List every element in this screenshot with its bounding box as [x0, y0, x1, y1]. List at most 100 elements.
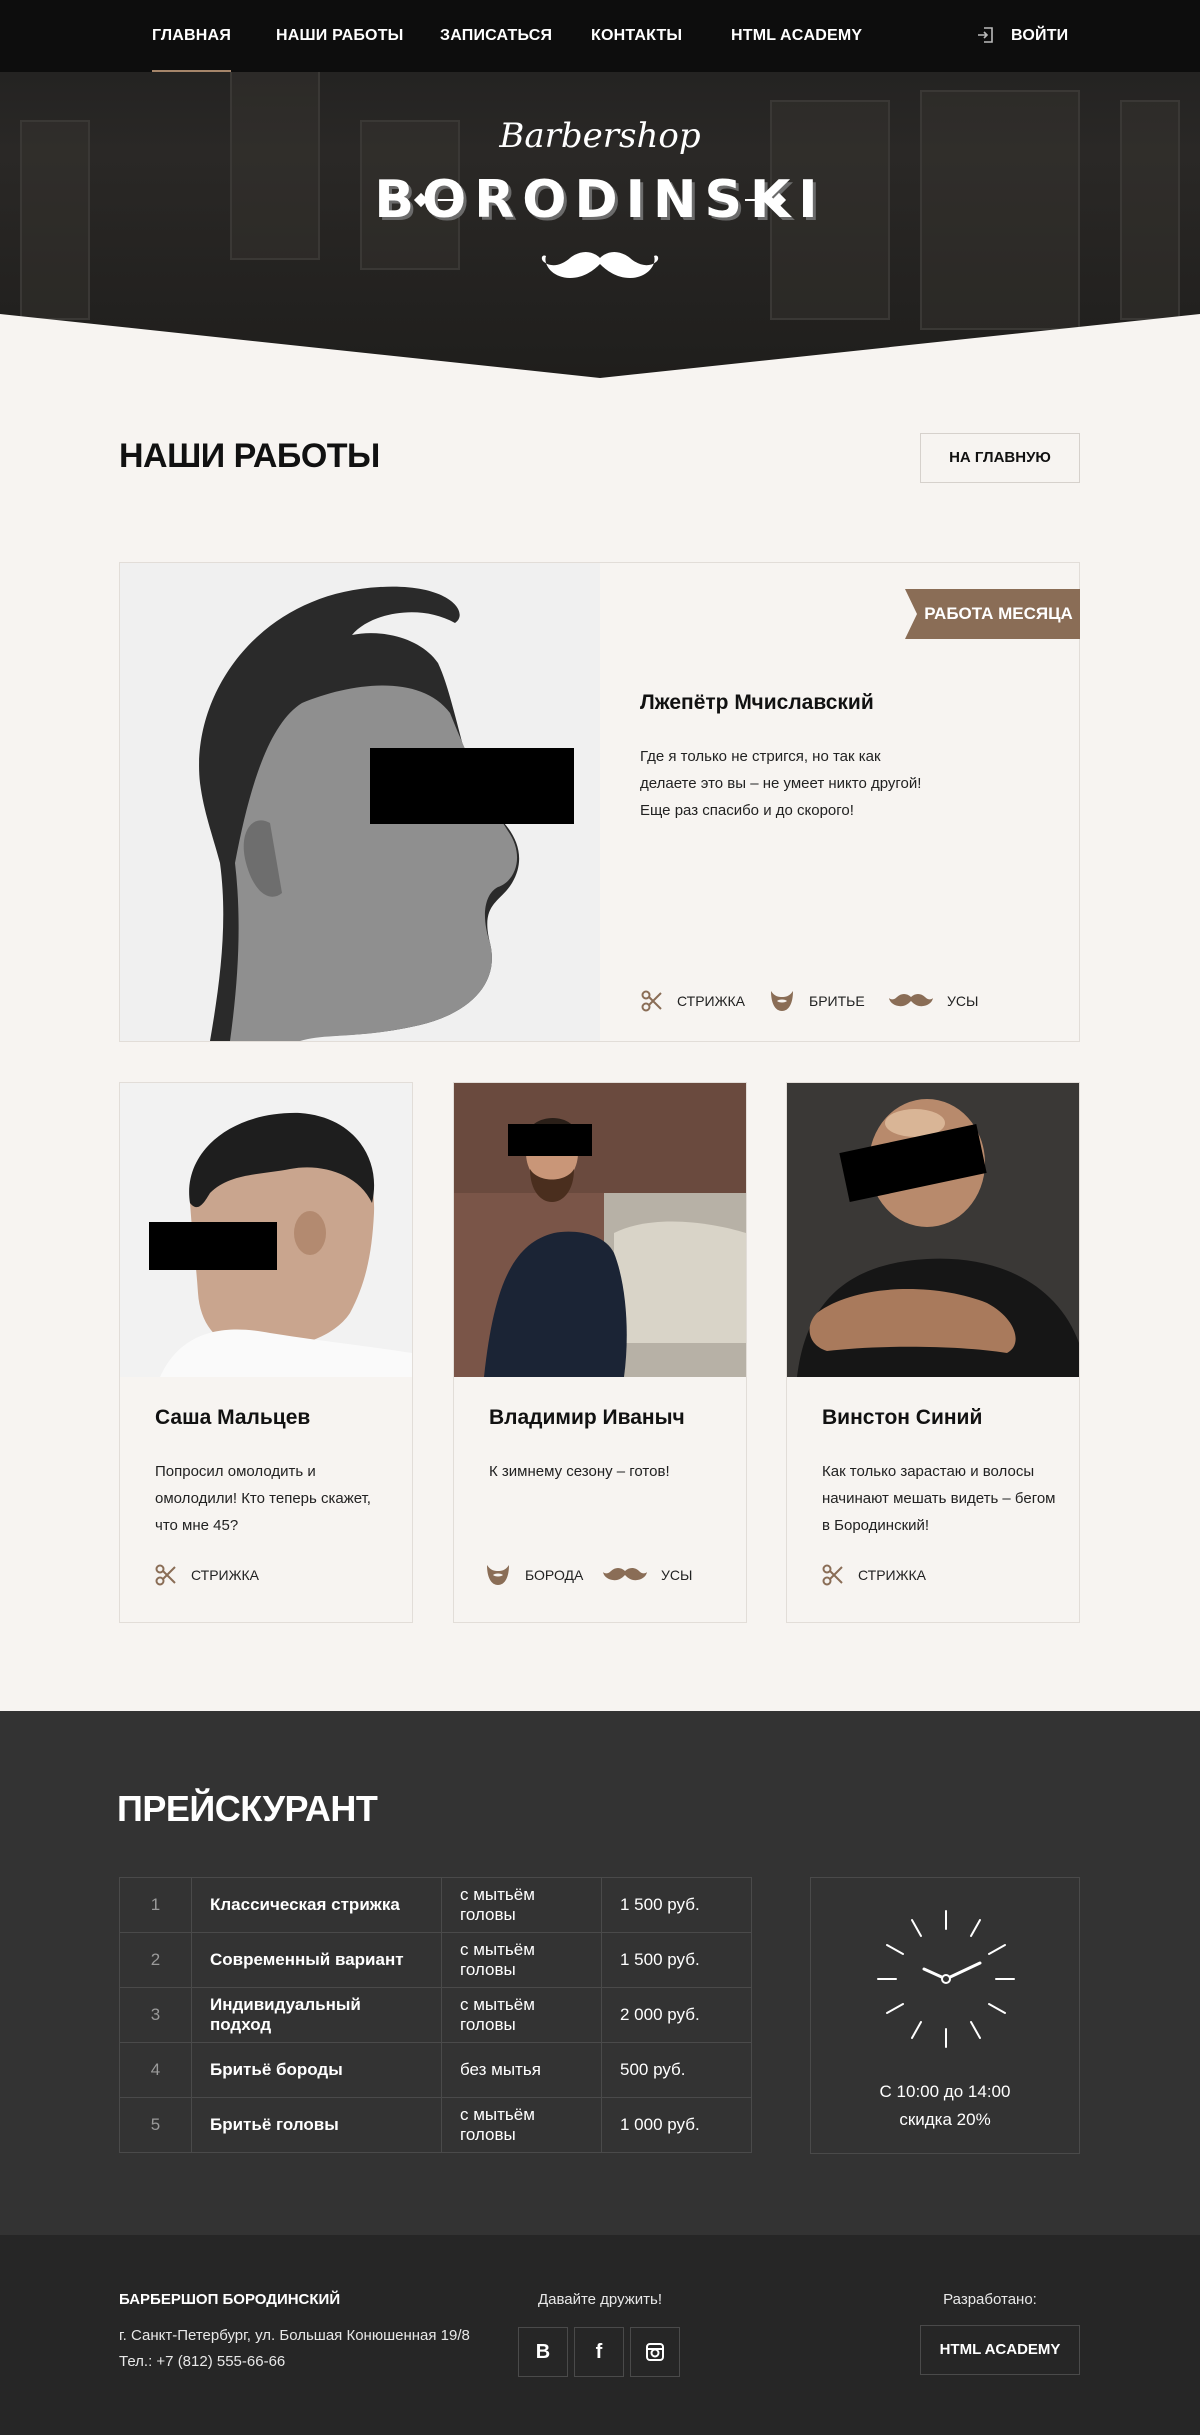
work-photo — [454, 1083, 746, 1377]
social-caption: Давайте дружить! — [537, 2291, 663, 2308]
service-name: Бритьё бороды — [191, 2042, 442, 2098]
promo-box: С 10:00 до 14:00 скидка 20% — [810, 1877, 1080, 2154]
tag-label: СТРИЖКА — [677, 993, 746, 1009]
vk-icon[interactable]: B — [518, 2327, 568, 2377]
tag-shaving[interactable]: БРИТЬЕ — [769, 989, 865, 1013]
work-card: Винстон Синий Как только зарастаю и воло… — [786, 1082, 1080, 1623]
page-title: НАШИ РАБОТЫ — [119, 437, 380, 475]
service-price: 1 000 руб. — [601, 2097, 752, 2153]
tag-label: УСЫ — [661, 1567, 693, 1583]
row-number: 2 — [119, 1932, 192, 1988]
service-price: 500 руб. — [601, 2042, 752, 2098]
tag-label: БРИТЬЕ — [809, 993, 865, 1009]
login-link[interactable]: ВОЙТИ — [1011, 24, 1068, 48]
nav-item-academy[interactable]: HTML ACADEMY — [731, 24, 862, 48]
instagram-glyph — [646, 2343, 664, 2361]
work-name: Владимир Иваныч — [489, 1406, 685, 1429]
mustache-icon — [541, 252, 659, 278]
privacy-bar — [508, 1124, 592, 1156]
scissors-icon — [822, 1564, 843, 1586]
price-section: ПРЕЙСКУРАНТ 1 Классическая стрижка с мыт… — [0, 1711, 1200, 2235]
service-price: 2 000 руб. — [601, 1987, 752, 2043]
tag-mustache[interactable]: УСЫ — [603, 1563, 692, 1587]
featured-work-card: РАБОТА МЕСЯЦА Лжепётр Мчиславский Где я … — [119, 562, 1080, 1042]
featured-photo — [120, 563, 600, 1041]
service-name: Индивидуальный подход — [191, 1987, 442, 2043]
footer-phone[interactable]: Тел.: +7 (812) 555-66-66 — [119, 2353, 285, 2370]
scissors-icon — [155, 1564, 176, 1586]
price-table: 1 Классическая стрижка с мытьём головы 1… — [119, 1877, 752, 2153]
tag-label: СТРИЖКА — [858, 1567, 927, 1583]
tag-haircut[interactable]: СТРИЖКА — [641, 989, 745, 1013]
table-row: 5 Бритьё головы с мытьём головы 1 000 ру… — [119, 2097, 752, 2153]
tag-haircut[interactable]: СТРИЖКА — [155, 1563, 259, 1587]
mustache-icon — [603, 1568, 647, 1581]
service-name: Бритьё головы — [191, 2097, 442, 2153]
row-number: 5 — [119, 2097, 192, 2153]
portrait-image — [787, 1083, 1079, 1377]
work-name: Саша Мальцев — [155, 1406, 311, 1429]
portrait-image — [454, 1083, 746, 1377]
work-card: Саша Мальцев Попросил омолодить и омолод… — [119, 1082, 413, 1623]
work-photo — [787, 1083, 1079, 1377]
site-header: ГЛАВНАЯ НАШИ РАБОТЫ ЗАПИСАТЬСЯ КОНТАКТЫ … — [0, 0, 1200, 380]
privacy-bar — [370, 748, 574, 824]
promo-discount: скидка 20% — [899, 2110, 991, 2129]
footer-brand: БАРБЕРШОП БОРОДИНСКИЙ — [119, 2291, 341, 2308]
service-name: Современный вариант — [191, 1932, 442, 1988]
tag-mustache[interactable]: УСЫ — [889, 989, 978, 1013]
nav-item-booking[interactable]: ЗАПИСАТЬСЯ — [440, 24, 552, 48]
nav-item-works[interactable]: НАШИ РАБОТЫ — [276, 24, 404, 48]
main-navigation: ГЛАВНАЯ НАШИ РАБОТЫ ЗАПИСАТЬСЯ КОНТАКТЫ … — [0, 0, 1200, 72]
nav-item-home[interactable]: ГЛАВНАЯ — [152, 24, 232, 72]
work-review: К зимнему сезону – готов! — [489, 1463, 670, 1480]
featured-review: Где я только не стригся, но так как дела… — [640, 748, 922, 819]
row-number: 3 — [119, 1987, 192, 2043]
row-number: 4 — [119, 2042, 192, 2098]
price-title: ПРЕЙСКУРАНТ — [117, 1788, 378, 1829]
table-row: 2 Современный вариант с мытьём головы 1 … — [119, 1932, 752, 1988]
beard-icon — [771, 991, 793, 1011]
service-option: с мытьём головы — [441, 1932, 602, 1988]
tag-haircut[interactable]: СТРИЖКА — [822, 1563, 926, 1587]
nav-item-contacts[interactable]: КОНТАКТЫ — [591, 24, 682, 48]
privacy-bar — [149, 1222, 277, 1270]
academy-button[interactable]: HTML ACADEMY — [920, 2325, 1080, 2375]
mustache-icon — [889, 994, 933, 1007]
header-notch — [0, 314, 1200, 380]
beard-icon — [487, 1565, 509, 1585]
logo-line-right — [745, 199, 767, 201]
facebook-icon[interactable]: f — [574, 2327, 624, 2377]
promo-text: С 10:00 до 14:00 скидка 20% — [811, 2078, 1079, 2134]
logo-script: Barbershop — [499, 116, 701, 156]
logo-title[interactable]: BORODINSKI — [0, 170, 1200, 230]
tag-beard[interactable]: БОРОДА — [485, 1563, 583, 1587]
login-icon[interactable] — [975, 25, 995, 45]
home-button[interactable]: НА ГЛАВНУЮ — [920, 433, 1080, 483]
tag-label: УСЫ — [947, 993, 979, 1009]
work-photo — [120, 1083, 412, 1377]
service-option: с мытьём головы — [441, 2097, 602, 2153]
work-review: Попросил омолодить и омолодили! Кто тепе… — [155, 1463, 371, 1534]
work-card: Владимир Иваныч К зимнему сезону – готов… — [453, 1082, 747, 1623]
work-of-month-badge: РАБОТА МЕСЯЦА — [905, 589, 1080, 639]
background-decor — [230, 60, 320, 260]
developer-caption: Разработано: — [943, 2291, 1037, 2308]
clock-icon — [877, 1910, 1015, 2048]
service-name: Классическая стрижка — [191, 1877, 442, 1933]
service-price: 1 500 руб. — [601, 1932, 752, 1988]
promo-hours: С 10:00 до 14:00 — [879, 2082, 1011, 2101]
tag-label: БОРОДА — [525, 1567, 584, 1583]
service-price: 1 500 руб. — [601, 1877, 752, 1933]
scissors-icon — [641, 990, 662, 1012]
service-option: без мытья — [441, 2042, 602, 2098]
site-footer: БАРБЕРШОП БОРОДИНСКИЙ г. Санкт-Петербург… — [0, 2235, 1200, 2435]
work-name: Винстон Синий — [822, 1406, 983, 1429]
service-option: с мытьём головы — [441, 1987, 602, 2043]
row-number: 1 — [119, 1877, 192, 1933]
work-review: Как только зарастаю и волосы начинают ме… — [822, 1463, 1056, 1534]
instagram-icon[interactable] — [630, 2327, 680, 2377]
footer-address: г. Санкт-Петербург, ул. Большая Конюшенн… — [119, 2327, 470, 2344]
table-row: 4 Бритьё бороды без мытья 500 руб. — [119, 2042, 752, 2098]
featured-name: Лжепётр Мчиславский — [640, 691, 874, 714]
